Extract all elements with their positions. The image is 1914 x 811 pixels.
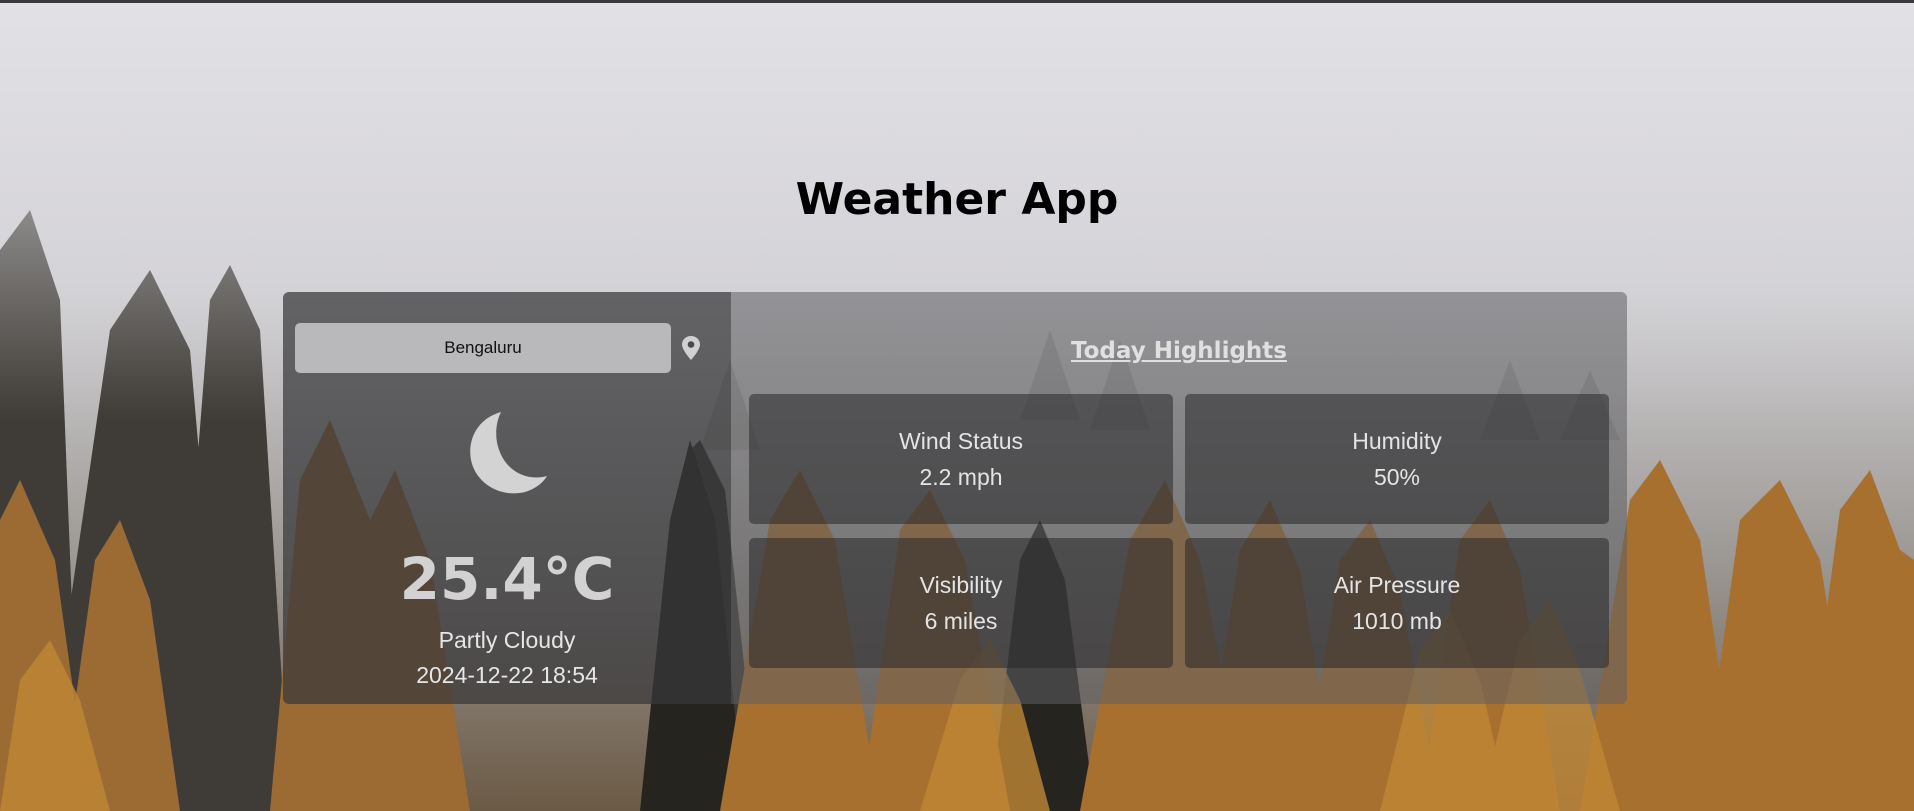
weather-card: 25.4°C Partly Cloudy 2024-12-22 18:54 To…: [283, 292, 1627, 704]
tile-label: Humidity: [1352, 428, 1442, 454]
tile-label: Air Pressure: [1333, 572, 1461, 598]
tile-value: 2.2 mph: [919, 464, 1003, 490]
highlights-heading: Today Highlights: [1071, 338, 1287, 364]
temperature-value: 25.4°C: [399, 545, 615, 613]
tile-value: 1010 mb: [1352, 608, 1442, 634]
humidity-tile: Humidity 50%: [1185, 394, 1609, 524]
tile-value: 6 miles: [924, 608, 998, 634]
page-title: Weather App: [795, 174, 1119, 225]
city-search-input[interactable]: [295, 323, 671, 373]
current-weather-panel: 25.4°C Partly Cloudy 2024-12-22 18:54: [283, 292, 731, 704]
location-pin-icon[interactable]: [679, 334, 703, 362]
weather-condition: Partly Cloudy: [438, 627, 576, 653]
air-pressure-tile: Air Pressure 1010 mb: [1185, 538, 1609, 668]
moon-icon: [463, 408, 553, 498]
wind-status-tile: Wind Status 2.2 mph: [749, 394, 1173, 524]
tile-label: Visibility: [919, 572, 1003, 598]
visibility-tile: Visibility 6 miles: [749, 538, 1173, 668]
date-time: 2024-12-22 18:54: [416, 662, 598, 688]
tile-label: Wind Status: [899, 428, 1023, 454]
tile-value: 50%: [1373, 464, 1421, 490]
window-top-bar: [0, 0, 1914, 3]
